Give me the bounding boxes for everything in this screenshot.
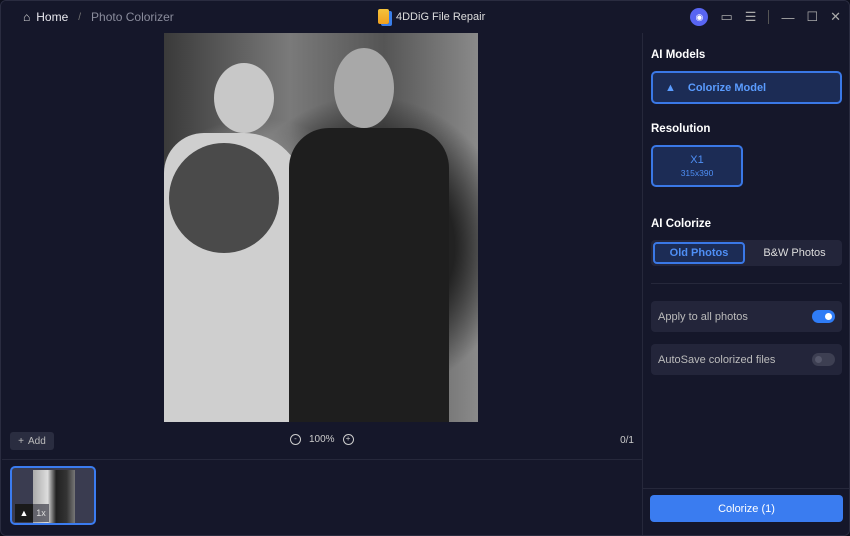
- resolution-x1-button[interactable]: X1 315x390: [651, 145, 743, 187]
- discord-icon[interactable]: ◉: [690, 8, 709, 26]
- app-logo-icon: [378, 9, 389, 24]
- ai-models-heading: AI Models: [651, 49, 706, 61]
- resolution-size: 315x390: [680, 168, 714, 178]
- window-controls: ◉ ▭ ☰ — ☐ ✕: [690, 8, 841, 26]
- breadcrumb-home[interactable]: Home: [36, 10, 68, 24]
- model-label: Colorize Model: [687, 81, 767, 94]
- add-button[interactable]: + Add: [10, 432, 54, 450]
- app-window: ⌂ Home / Photo Colorizer 4DDiG File Repa…: [0, 0, 850, 536]
- divider: [643, 488, 849, 489]
- mode-old-photos[interactable]: Old Photos: [653, 242, 745, 264]
- settings-sidebar: AI Models ▲ Colorize Model Resolution X1 …: [642, 33, 849, 535]
- colorize-button[interactable]: Colorize (1): [650, 495, 843, 522]
- resolution-scale: X1: [690, 154, 704, 166]
- zoom-controls: - 100% +: [290, 434, 354, 445]
- mode-bw-photos[interactable]: B&W Photos: [749, 242, 840, 264]
- resolution-heading: Resolution: [651, 123, 711, 135]
- minimize-icon[interactable]: —: [781, 10, 794, 25]
- preview-area: + Add - 100% + 0/1: [2, 33, 642, 535]
- autosave-toggle[interactable]: [812, 353, 835, 366]
- photo-thumbnail[interactable]: ▲ 1x: [10, 466, 96, 525]
- ai-colorize-heading: AI Colorize: [651, 218, 712, 230]
- plus-icon: +: [18, 435, 25, 447]
- breadcrumb: ⌂ Home / Photo Colorizer: [23, 10, 174, 24]
- feedback-icon[interactable]: ▭: [720, 9, 732, 25]
- app-title-text: 4DDiG File Repair: [396, 10, 486, 23]
- menu-icon[interactable]: ☰: [745, 9, 757, 25]
- divider: [651, 283, 842, 284]
- breadcrumb-current: Photo Colorizer: [91, 10, 174, 24]
- add-label: Add: [28, 435, 46, 447]
- breadcrumb-separator: /: [78, 11, 82, 23]
- app-title: 4DDiG File Repair: [378, 9, 485, 24]
- maximize-icon[interactable]: ☐: [806, 9, 818, 25]
- apply-all-label: Apply to all photos: [658, 310, 748, 323]
- zoom-out-icon[interactable]: -: [290, 434, 301, 445]
- autosave-label: AutoSave colorized files: [658, 353, 776, 366]
- page-count: 0/1: [620, 435, 634, 446]
- photo-preview: [164, 33, 478, 422]
- apply-all-option: Apply to all photos: [651, 301, 842, 332]
- close-icon[interactable]: ✕: [830, 9, 841, 25]
- home-icon[interactable]: ⌂: [23, 10, 30, 24]
- colorize-model-button[interactable]: ▲ Colorize Model: [651, 71, 842, 104]
- apply-all-toggle[interactable]: [812, 310, 835, 323]
- zoom-in-icon[interactable]: +: [342, 434, 354, 445]
- divider: [768, 10, 770, 24]
- thumb-scale: 1x: [33, 504, 49, 522]
- zoom-level: 100%: [309, 434, 335, 445]
- image-icon: ▲: [15, 504, 33, 522]
- autosave-option: AutoSave colorized files: [651, 344, 842, 375]
- colorize-mode-toggle: Old Photos B&W Photos: [651, 240, 842, 266]
- title-bar: ⌂ Home / Photo Colorizer 4DDiG File Repa…: [1, 1, 849, 33]
- image-icon: ▲: [665, 81, 676, 94]
- preview-toolbar: + Add - 100% + 0/1: [2, 422, 642, 460]
